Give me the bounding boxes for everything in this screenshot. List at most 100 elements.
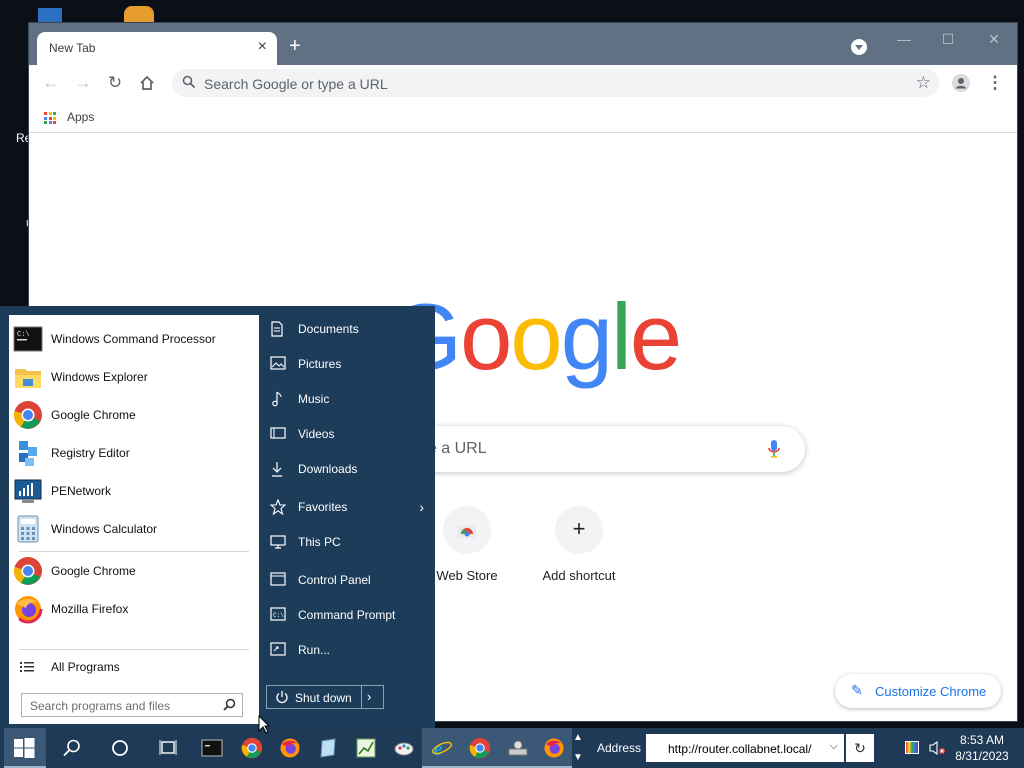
maximize-button[interactable]: ☐ [933, 29, 963, 49]
profile-icon[interactable] [951, 73, 971, 93]
start-item-regedit[interactable]: Registry Editor [9, 434, 259, 472]
start-search-placeholder: Search programs and files [30, 699, 171, 713]
start-item-recent-chrome[interactable]: Google Chrome [9, 552, 259, 590]
cmd-icon: C:\ [13, 324, 43, 354]
start-item-calculator[interactable]: Windows Calculator [9, 510, 259, 548]
start-item-label: PENetwork [51, 484, 112, 498]
apps-bookmark[interactable]: Apps [67, 110, 94, 124]
pencil-icon: ✎ [851, 682, 863, 698]
address-refresh-button[interactable]: ↻ [846, 734, 874, 762]
start-item-explorer[interactable]: Windows Explorer [9, 358, 259, 396]
start-item-label: Windows Command Processor [51, 332, 216, 346]
system-clock[interactable]: 8:53 AM 8/31/2023 [952, 732, 1012, 764]
start-search-input[interactable]: Search programs and files [21, 693, 243, 717]
network-icon [13, 476, 43, 506]
omnibox[interactable]: Search Google or type a URL ☆ [172, 69, 939, 97]
toolbar: ← → ↻ Search Google or type a URL ☆ ⋮ [29, 65, 1017, 101]
place-label: Music [298, 392, 330, 406]
address-input[interactable]: http://router.collabnet.local/ ⌵ [646, 734, 844, 762]
shutdown-label: Shut down [295, 691, 352, 705]
search-icon [223, 698, 236, 714]
tab-title: New Tab [49, 41, 96, 55]
shortcut-add[interactable]: + Add shortcut [529, 506, 629, 583]
microphone-icon[interactable] [767, 439, 781, 462]
place-label: Pictures [298, 357, 342, 371]
start-item-chrome[interactable]: Google Chrome [9, 396, 259, 434]
place-label: Control Panel [298, 573, 371, 587]
customize-chrome-button[interactable]: ✎ Customize Chrome [835, 674, 1001, 708]
desktop-icon-1[interactable] [38, 8, 62, 22]
menu-kebab-icon[interactable]: ⋮ [985, 73, 1005, 93]
paint-icon [393, 737, 415, 759]
minimize-button[interactable]: — [889, 29, 919, 49]
start-item-firefox[interactable]: Mozilla Firefox [9, 590, 259, 628]
home-icon[interactable] [137, 73, 157, 93]
taskbar: e ▲ ▼ Address http://router.collabnet.lo… [0, 728, 1024, 768]
apps-grid-icon[interactable] [44, 112, 56, 124]
start-place-favorites[interactable]: Favorites › [268, 492, 428, 522]
reload-icon[interactable]: ↻ [105, 73, 125, 93]
taskbar-app-paint[interactable] [384, 728, 422, 768]
start-place-pictures[interactable]: Pictures [268, 349, 428, 379]
start-place-videos[interactable]: Videos [268, 419, 428, 449]
start-place-control-panel[interactable]: Control Panel [268, 565, 428, 595]
taskbar-firefox[interactable] [270, 728, 308, 768]
close-tab-icon[interactable]: × [258, 39, 267, 55]
start-item-label: Mozilla Firefox [51, 602, 129, 616]
drive-icon [507, 737, 529, 759]
taskbar-app-chart[interactable] [346, 728, 384, 768]
taskbar-ie[interactable]: e [422, 728, 460, 768]
taskbar-search-button[interactable] [52, 728, 90, 768]
place-label: Favorites [298, 500, 348, 514]
start-button[interactable] [4, 728, 46, 768]
chevron-down-icon[interactable]: ⌵ [830, 740, 838, 753]
search-icon [61, 737, 83, 759]
customize-chrome-label: Customize Chrome [875, 684, 987, 699]
start-place-this-pc[interactable]: This PC [268, 527, 428, 557]
svg-text:C:\: C:\ [17, 331, 30, 339]
back-arrow-icon[interactable]: ← [41, 73, 61, 93]
taskbar-scroll-up[interactable]: ▲ [572, 732, 584, 743]
list-icon [13, 652, 43, 682]
place-label: Videos [298, 427, 335, 441]
omnibox-placeholder: Search Google or type a URL [204, 76, 388, 92]
start-item-cmd[interactable]: C:\ Windows Command Processor [9, 320, 259, 358]
taskbar-app-notes[interactable] [308, 728, 346, 768]
bookmark-star-icon[interactable]: ☆ [916, 73, 931, 93]
color-tray-icon[interactable] [905, 741, 919, 754]
volume-muted-icon[interactable] [928, 740, 946, 759]
cortana-button[interactable] [100, 728, 138, 768]
tab-new-tab[interactable]: New Tab × [37, 32, 277, 65]
task-view-button[interactable] [148, 728, 186, 768]
forward-arrow-icon[interactable]: → [73, 73, 93, 93]
shutdown-button[interactable]: Shut down › [266, 685, 384, 709]
all-programs-button[interactable]: All Programs [9, 648, 259, 686]
tab-search-button[interactable] [851, 39, 867, 55]
start-item-label: Google Chrome [51, 408, 136, 422]
downloads-icon [270, 461, 288, 477]
svg-text:e: e [434, 739, 443, 759]
start-place-documents[interactable]: Documents [268, 314, 428, 344]
taskbar-scroll-down[interactable]: ▼ [572, 752, 584, 763]
place-label: Run... [298, 643, 331, 657]
start-place-music[interactable]: Music [268, 384, 428, 414]
firefox-icon [279, 737, 301, 759]
taskbar-chrome-active[interactable] [460, 728, 498, 768]
start-place-downloads[interactable]: Downloads [268, 454, 428, 484]
desktop-icon-2[interactable] [124, 6, 154, 22]
power-icon [275, 690, 289, 707]
taskbar-cmd[interactable] [192, 728, 230, 768]
place-label: Downloads [298, 462, 358, 476]
logo-letter-o2: o [510, 284, 562, 389]
start-place-run[interactable]: Run... [268, 635, 428, 665]
chrome-icon [469, 737, 491, 759]
shutdown-options-button[interactable]: › [367, 689, 371, 704]
taskbar-network-app[interactable] [498, 728, 536, 768]
registry-icon [13, 438, 43, 468]
start-item-penetwork[interactable]: PENetwork [9, 472, 259, 510]
divider [361, 686, 362, 708]
new-tab-button[interactable]: + [289, 36, 301, 56]
taskbar-firefox-active[interactable] [534, 728, 572, 768]
close-window-button[interactable]: ✕ [979, 29, 1009, 49]
start-place-command-prompt[interactable]: C:\ Command Prompt [268, 600, 428, 630]
